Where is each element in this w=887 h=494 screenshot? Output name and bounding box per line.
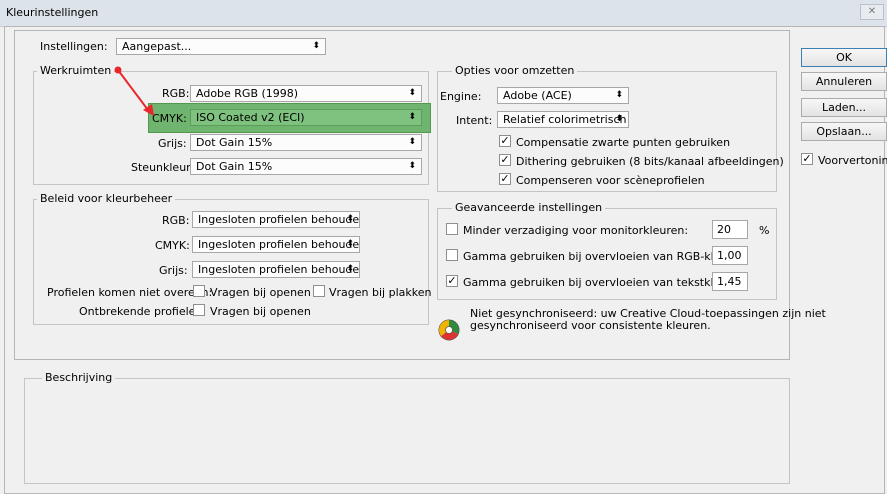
- missing-open-checkbox[interactable]: [193, 304, 205, 316]
- grijs-label: Grijs:: [158, 137, 187, 150]
- mismatch-open-label: Vragen bij openen: [210, 286, 311, 299]
- preview-checkbox[interactable]: ✓: [801, 153, 813, 165]
- settings-dropdown[interactable]: Aangepast... ⬍: [116, 38, 326, 55]
- workspaces-title: Werkruimten: [37, 64, 115, 77]
- engine-dropdown[interactable]: Adobe (ACE) ⬍: [497, 87, 629, 104]
- description-group: [24, 378, 790, 484]
- dropdown-arrow-icon: ⬍: [312, 41, 320, 51]
- dropdown-arrow-icon: ⬍: [346, 214, 354, 224]
- intent-label: Intent:: [456, 114, 493, 127]
- mismatch-label: Profielen komen niet overeen:: [47, 286, 213, 299]
- desat-label: Minder verzadiging voor monitorkleuren:: [463, 224, 689, 237]
- preview-label: Voorvertoning: [818, 154, 887, 167]
- scene-label: Compenseren voor scèneprofielen: [516, 174, 705, 187]
- load-button[interactable]: Laden...: [801, 98, 887, 117]
- color-sync-icon: [438, 319, 460, 341]
- gamma-text-input[interactable]: 1,45: [712, 272, 748, 291]
- rgb-label: RGB:: [162, 87, 190, 100]
- save-button[interactable]: Opslaan...: [801, 122, 887, 141]
- mismatch-paste-checkbox[interactable]: [313, 285, 325, 297]
- policy-grijs-dropdown[interactable]: Ingesloten profielen behouden ⬍: [192, 261, 360, 278]
- scene-checkbox[interactable]: ✓: [499, 173, 511, 185]
- policy-rgb-label: RGB:: [162, 214, 190, 227]
- grijs-dropdown[interactable]: Dot Gain 15% ⬍: [190, 134, 422, 151]
- policy-rgb-dropdown[interactable]: Ingesloten profielen behouden ⬍: [192, 211, 360, 228]
- policy-title: Beleid voor kleurbeheer: [37, 192, 176, 205]
- steunkleur-dropdown[interactable]: Dot Gain 15% ⬍: [190, 158, 422, 175]
- dropdown-arrow-icon: ⬍: [346, 264, 354, 274]
- rgb-dropdown[interactable]: Adobe RGB (1998) ⬍: [190, 85, 422, 102]
- desat-unit: %: [759, 224, 770, 237]
- dropdown-arrow-icon: ⬍: [408, 161, 416, 171]
- cmyk-dropdown[interactable]: ISO Coated v2 (ECI) ⬍: [190, 109, 422, 126]
- bpc-label: Compensatie zwarte punten gebruiken: [516, 136, 731, 149]
- mismatch-open-checkbox[interactable]: [193, 285, 205, 297]
- policy-cmyk-label: CMYK:: [155, 239, 190, 252]
- gamma-text-label: Gamma gebruiken bij overvloeien van teks…: [463, 276, 750, 289]
- gamma-rgb-label: Gamma gebruiken bij overvloeien van RGB-…: [463, 250, 750, 263]
- close-button[interactable]: ✕: [860, 4, 884, 20]
- dropdown-arrow-icon: ⬍: [615, 114, 623, 124]
- dropdown-arrow-icon: ⬍: [615, 90, 623, 100]
- advanced-title: Geavanceerde instellingen: [452, 201, 606, 214]
- title-bar: [0, 0, 887, 27]
- dropdown-arrow-icon: ⬍: [408, 88, 416, 98]
- cancel-button[interactable]: Annuleren: [801, 72, 887, 91]
- policy-cmyk-dropdown[interactable]: Ingesloten profielen behouden ⬍: [192, 236, 360, 253]
- dropdown-arrow-icon: ⬍: [346, 239, 354, 249]
- ok-button[interactable]: OK: [801, 48, 887, 67]
- desat-input[interactable]: 20: [712, 220, 748, 239]
- steunkleur-label: Steunkleur:: [131, 161, 195, 174]
- dropdown-arrow-icon: ⬍: [408, 137, 416, 147]
- gamma-rgb-checkbox[interactable]: [446, 249, 458, 261]
- description-title: Beschrijving: [42, 371, 116, 384]
- desat-checkbox[interactable]: [446, 223, 458, 235]
- settings-label: Instellingen:: [40, 40, 108, 53]
- missing-open-label: Vragen bij openen: [210, 305, 311, 318]
- gamma-rgb-input[interactable]: 1,00: [712, 246, 748, 265]
- mismatch-paste-label: Vragen bij plakken: [329, 286, 432, 299]
- sync-text-2: gesynchroniseerd voor consistente kleure…: [470, 319, 711, 332]
- missing-label: Ontbrekende profielen:: [79, 305, 207, 318]
- gamma-text-checkbox[interactable]: ✓: [446, 275, 458, 287]
- cmyk-label: CMYK:: [152, 112, 187, 125]
- policy-grijs-label: Grijs:: [159, 264, 188, 277]
- window-title: Kleurinstellingen: [6, 6, 99, 19]
- engine-label: Engine:: [440, 90, 482, 103]
- dither-label: Dithering gebruiken (8 bits/kanaal afbee…: [516, 155, 784, 168]
- intent-dropdown[interactable]: Relatief colorimetrisch ⬍: [497, 111, 629, 128]
- conversion-title: Opties voor omzetten: [452, 64, 578, 77]
- dither-checkbox[interactable]: ✓: [499, 154, 511, 166]
- bpc-checkbox[interactable]: ✓: [499, 135, 511, 147]
- dropdown-arrow-icon: ⬍: [408, 112, 416, 122]
